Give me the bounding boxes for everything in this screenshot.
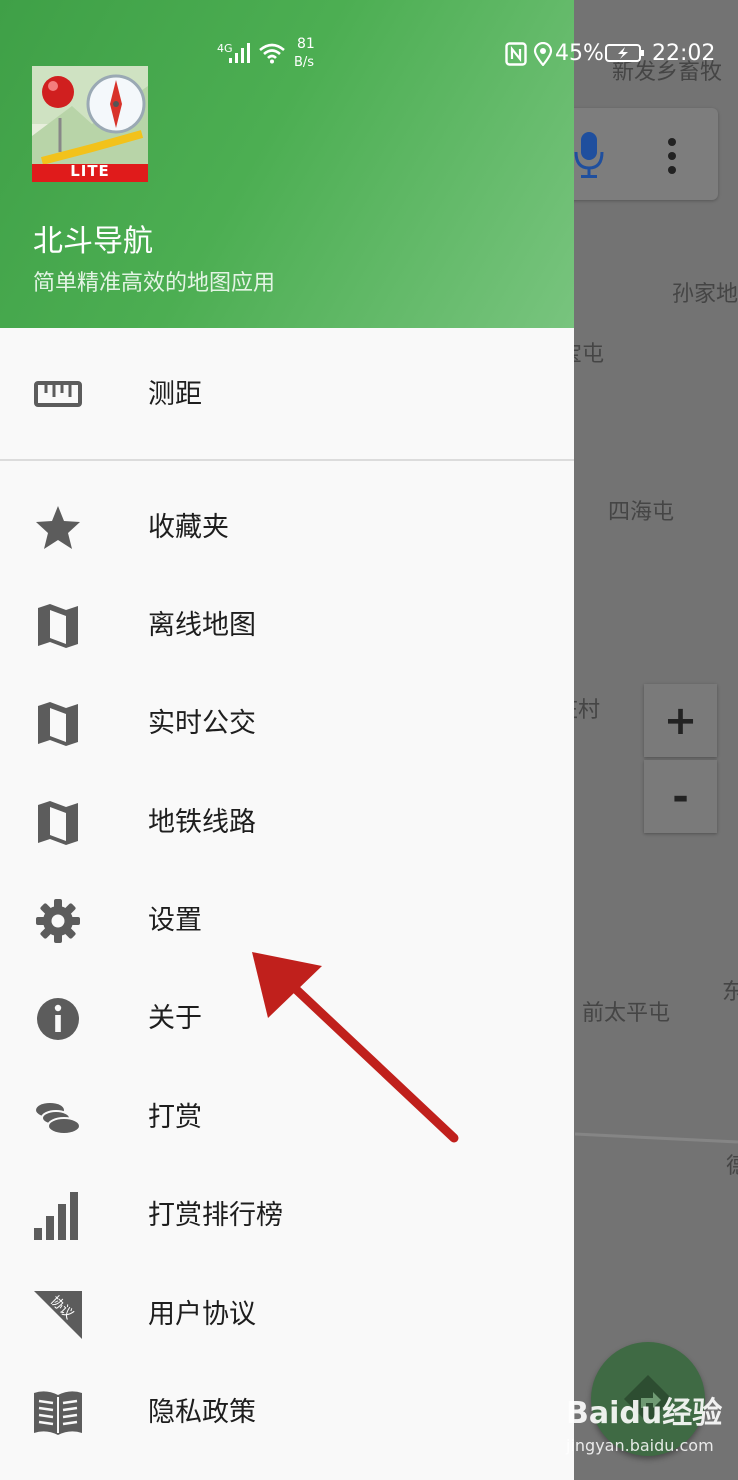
watermark: Baidu经验 jingyan.baidu.com — [566, 1388, 722, 1455]
battery-percent: 45% — [555, 41, 604, 66]
coins-icon — [36, 1103, 81, 1135]
menu-item-offline-map[interactable]: 离线地图 — [0, 578, 574, 674]
menu-item-privacy-policy[interactable]: 隐私政策 — [0, 1365, 574, 1461]
menu-item-reward-ranking[interactable]: 打赏排行榜 — [0, 1168, 574, 1264]
annotation-arrow — [252, 952, 459, 1143]
gear-icon — [36, 899, 80, 943]
menu-label: 地铁线路 — [148, 807, 256, 838]
menu-item-measure-distance[interactable]: 测距 — [0, 347, 574, 443]
menu-label: 关于 — [148, 1003, 202, 1034]
menu-item-user-agreement[interactable]: 协议 用户协议 — [0, 1267, 574, 1363]
map-place-label: 孙家地 — [672, 282, 738, 307]
network-speed-unit: B/s — [294, 55, 315, 70]
watermark-url: jingyan.baidu.com — [566, 1436, 714, 1455]
menu-label: 隐私政策 — [148, 1397, 256, 1428]
map-icon — [38, 801, 78, 845]
nfc-icon — [505, 42, 527, 66]
map-place-label: 德 — [726, 1154, 738, 1179]
watermark-brand: Baidu经验 — [566, 1396, 723, 1431]
map-place-label: 四海屯 — [608, 500, 675, 525]
wifi-icon — [259, 43, 285, 64]
zoom-in-button[interactable]: + — [644, 684, 717, 757]
location-icon — [533, 42, 553, 66]
map-icon — [38, 604, 78, 648]
menu-label: 用户协议 — [148, 1299, 256, 1330]
map-place-label: 前太平屯 — [582, 1001, 671, 1026]
clock: 22:02 — [652, 41, 716, 66]
signal-icon — [229, 43, 250, 63]
navigation-drawer: LITE 北斗导航 简单精准高效的地图应用 测距 收藏夹 离线地图 实时公交 地… — [0, 0, 574, 1480]
menu-item-favorites[interactable]: 收藏夹 — [0, 480, 574, 576]
map-place-label: 东 — [722, 980, 738, 1005]
bar-chart-icon — [34, 1192, 78, 1240]
divider — [0, 459, 574, 461]
menu-item-subway-lines[interactable]: 地铁线路 — [0, 775, 574, 871]
status-bar: 4G 81 B/s 45% 22:02 — [0, 0, 738, 90]
info-icon — [37, 998, 79, 1040]
app-slogan: 简单精准高效的地图应用 — [33, 271, 276, 296]
star-icon — [36, 506, 80, 549]
menu-label: 打赏排行榜 — [148, 1200, 283, 1231]
map-icon — [38, 702, 78, 746]
menu-label: 实时公交 — [148, 708, 256, 739]
ruler-icon — [34, 381, 82, 407]
battery-charging-icon — [605, 44, 644, 62]
app-name: 北斗导航 — [33, 224, 153, 259]
microphone-icon[interactable] — [574, 132, 604, 180]
menu-label: 收藏夹 — [148, 512, 229, 543]
more-options-icon[interactable] — [664, 138, 680, 174]
zoom-out-button[interactable]: - — [644, 760, 717, 833]
book-icon — [34, 1391, 82, 1435]
map-road — [575, 1132, 738, 1144]
menu-item-realtime-bus[interactable]: 实时公交 — [0, 676, 574, 772]
menu-label: 打赏 — [148, 1102, 202, 1133]
menu-label: 设置 — [148, 905, 202, 936]
logo-badge: LITE — [70, 162, 110, 180]
menu-label: 离线地图 — [148, 610, 256, 641]
network-speed-value: 81 — [297, 36, 315, 52]
menu-label: 测距 — [148, 379, 202, 410]
